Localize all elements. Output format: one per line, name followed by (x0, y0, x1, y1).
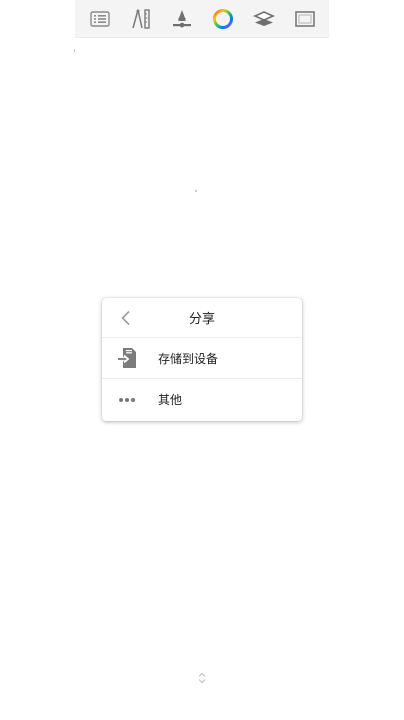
menu-item-save-to-device[interactable]: 存储到设备 (102, 338, 302, 379)
brush-icon[interactable] (167, 4, 197, 34)
share-menu: 分享 存储到设备 其他 (102, 298, 302, 421)
share-menu-title: 分享 (188, 312, 215, 327)
drawing-canvas[interactable]: 分享 存储到设备 其他 (0, 0, 404, 720)
canvas-frame-icon[interactable] (290, 4, 320, 34)
menu-item-label: 存储到设备 (158, 351, 219, 366)
menu-item-label: 其他 (158, 393, 183, 407)
expand-handle-icon[interactable] (197, 672, 207, 684)
chevron-left-icon[interactable] (114, 306, 138, 330)
menu-item-other[interactable]: 其他 (102, 379, 302, 420)
share-menu-header: 分享 (102, 298, 302, 338)
color-wheel-icon[interactable] (208, 4, 238, 34)
list-icon[interactable] (85, 4, 115, 34)
canvas-mark (195, 190, 197, 192)
layers-icon[interactable] (249, 4, 279, 34)
canvas-mark (74, 49, 75, 52)
more-dots-icon (116, 389, 138, 411)
ruler-pen-icon[interactable] (126, 4, 156, 34)
save-to-device-icon (116, 347, 138, 369)
top-toolbar (75, 0, 329, 38)
